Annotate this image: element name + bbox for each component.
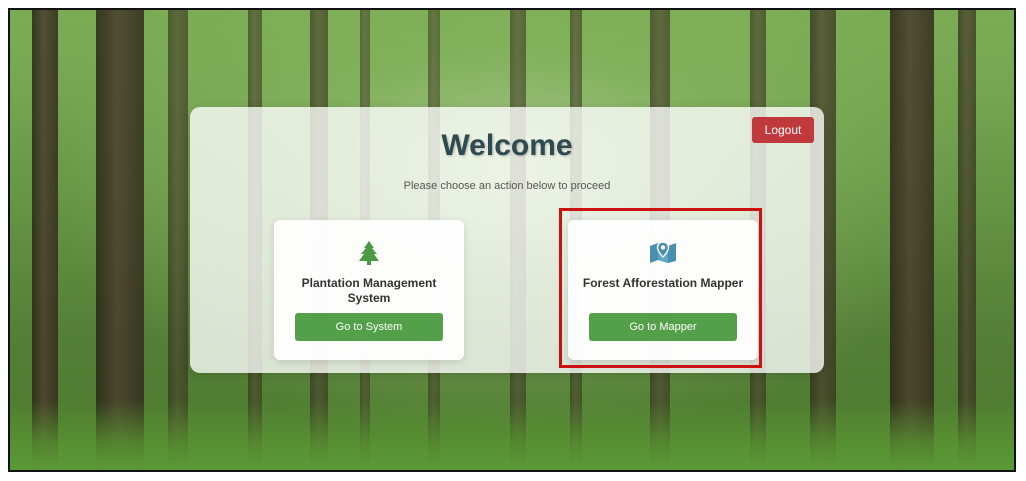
card-title: Plantation Management System (301, 276, 437, 305)
tree-icon (274, 240, 464, 266)
forest-ground (10, 400, 1014, 470)
page-title: Welcome (441, 129, 573, 162)
go-to-system-button[interactable]: Go to System (295, 313, 443, 341)
page-subtitle: Please choose an action below to proceed (403, 180, 611, 192)
map-marker-icon (568, 240, 758, 266)
card-title: Forest Afforestation Mapper (582, 276, 744, 290)
plantation-management-card: Plantation Management System Go to Syste… (274, 220, 464, 360)
welcome-panel: Logout Welcome Please choose an action b… (190, 107, 824, 373)
forest-afforestation-card: Forest Afforestation Mapper Go to Mapper (568, 220, 758, 360)
go-to-mapper-button[interactable]: Go to Mapper (589, 313, 737, 341)
